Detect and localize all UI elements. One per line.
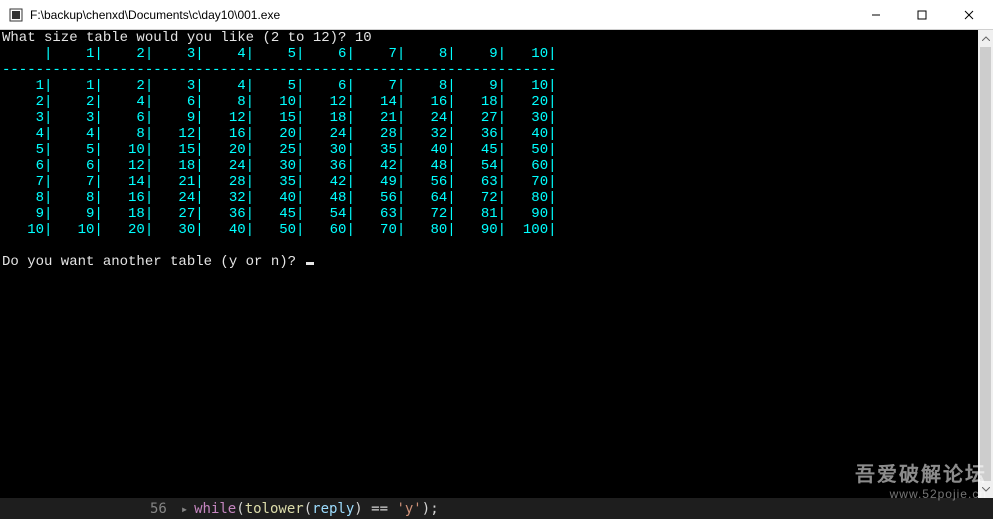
window-titlebar: F:\backup\chenxd\Documents\c\day10\001.e…	[0, 0, 993, 30]
fold-icon: ▸	[181, 502, 188, 516]
vertical-scrollbar[interactable]	[978, 30, 993, 498]
close-button[interactable]	[945, 0, 993, 29]
console-area[interactable]: What size table would you like (2 to 12)…	[0, 30, 978, 498]
maximize-button[interactable]	[899, 0, 945, 29]
window-title: F:\backup\chenxd\Documents\c\day10\001.e…	[30, 8, 853, 22]
scroll-down-button[interactable]	[978, 481, 993, 498]
scroll-up-button[interactable]	[978, 30, 993, 47]
minimize-button[interactable]	[853, 0, 899, 29]
app-icon	[8, 7, 24, 23]
scroll-thumb[interactable]	[980, 47, 991, 481]
editor-code: while(tolower(reply) == 'y');	[194, 501, 439, 517]
editor-peek: 56 ▸ while(tolower(reply) == 'y');	[0, 498, 993, 519]
console-output: What size table would you like (2 to 12)…	[0, 30, 978, 498]
window-controls	[853, 0, 993, 29]
editor-lineno: 56	[150, 501, 167, 517]
